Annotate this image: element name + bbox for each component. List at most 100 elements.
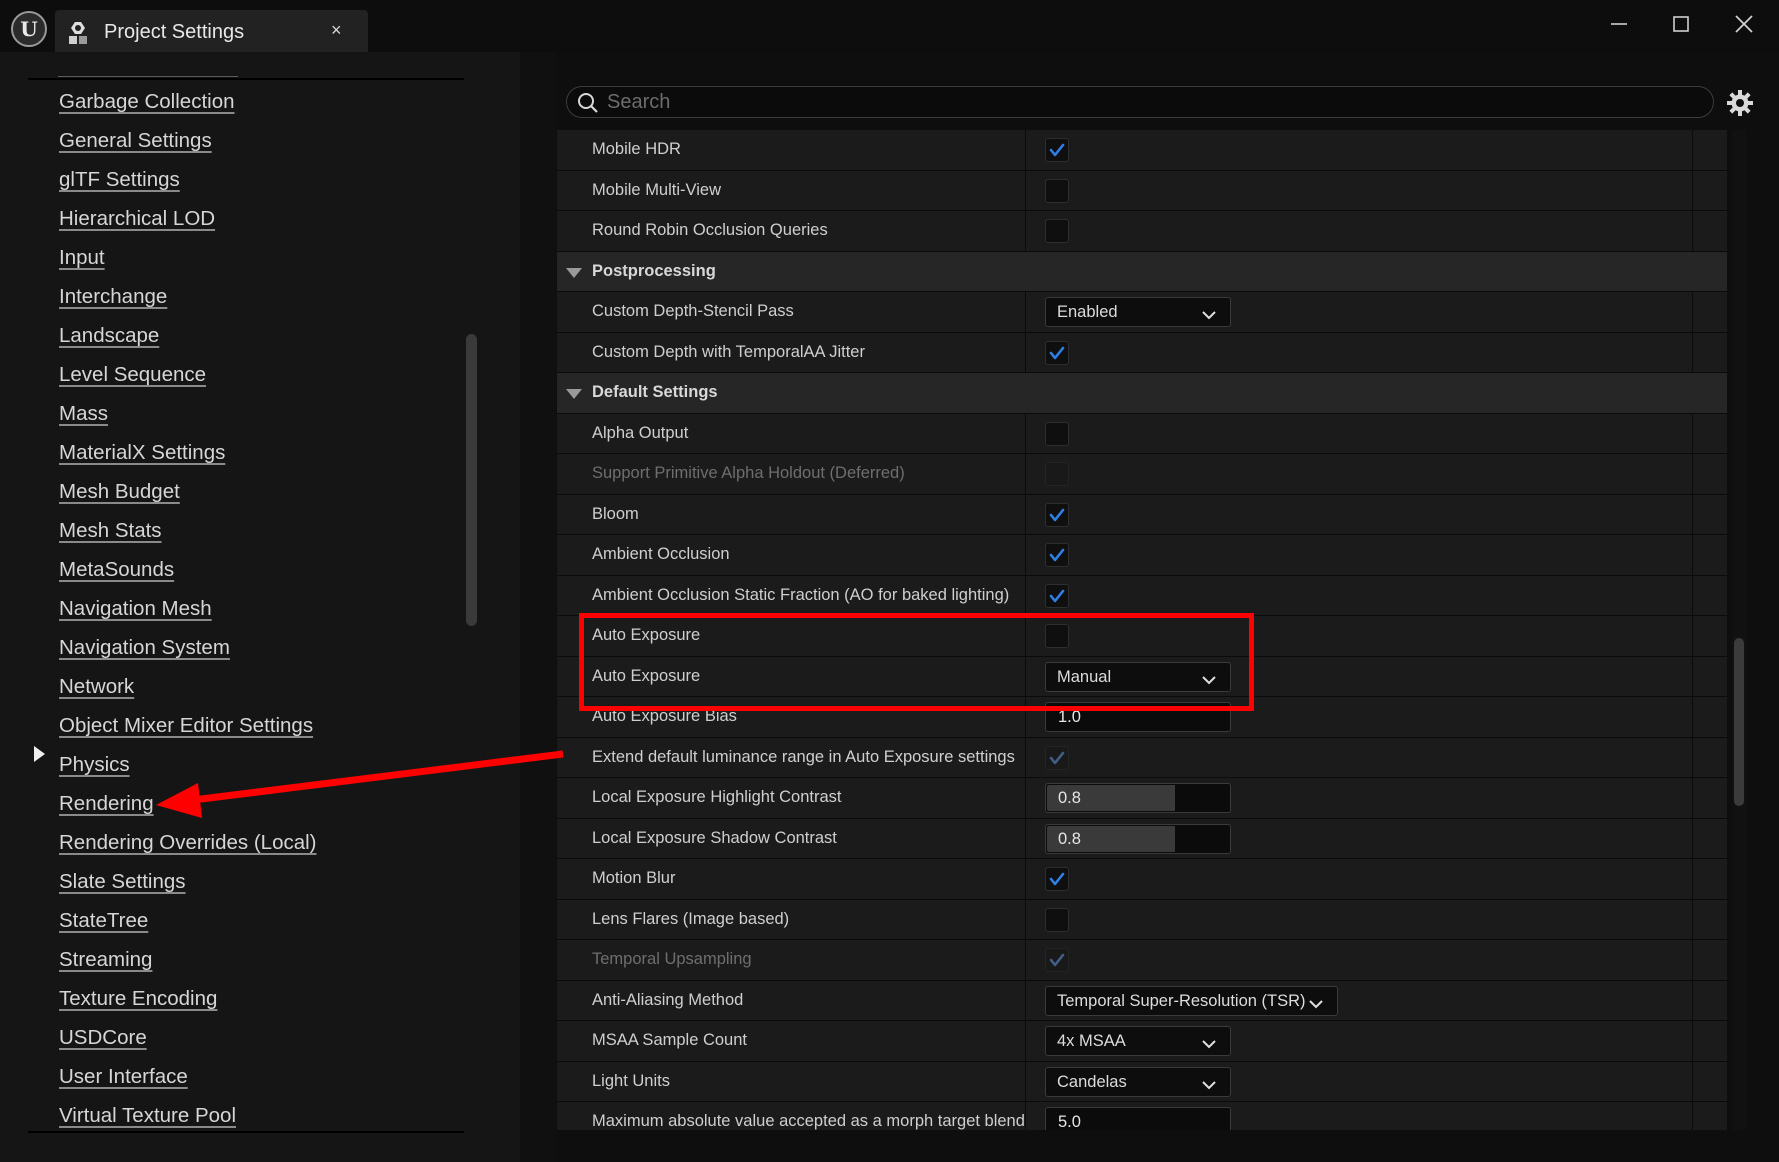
sidebar-item-virtual-texture-pool[interactable]: Virtual Texture Pool bbox=[59, 1104, 317, 1143]
checkbox-mobile-multi-view[interactable] bbox=[1045, 178, 1069, 203]
checkbox-auto-exposure[interactable] bbox=[1045, 624, 1069, 648]
column-divider[interactable] bbox=[1025, 332, 1026, 372]
column-divider[interactable] bbox=[1025, 211, 1026, 251]
sidebar-item-hierarchical-lod[interactable]: Hierarchical LOD bbox=[59, 207, 317, 246]
collapse-arrow-icon[interactable] bbox=[566, 267, 582, 278]
sidebar-item-network[interactable]: Network bbox=[59, 675, 317, 714]
sidebar-item-metasounds[interactable]: MetaSounds bbox=[59, 558, 317, 597]
dropdown-light-units[interactable]: Candelas bbox=[1045, 1066, 1231, 1097]
column-divider[interactable] bbox=[1025, 818, 1026, 858]
chevron-down-icon bbox=[1202, 1036, 1216, 1054]
checkbox-mobile-hdr[interactable] bbox=[1045, 138, 1069, 162]
sidebar-item-level-sequence[interactable]: Level Sequence bbox=[59, 363, 317, 402]
checkbox-custom-depth-with-temporalaa-jitter[interactable] bbox=[1045, 340, 1069, 365]
panel-divider[interactable] bbox=[520, 52, 556, 1162]
dropdown-value: Candelas bbox=[1057, 1072, 1127, 1091]
column-divider[interactable] bbox=[1025, 1061, 1026, 1101]
sidebar-item-statetree[interactable]: StateTree bbox=[59, 909, 317, 948]
dropdown-custom-depth-stencil-pass[interactable]: Enabled bbox=[1045, 297, 1231, 327]
dropdown-anti-aliasing-method[interactable]: Temporal Super-Resolution (TSR) bbox=[1045, 985, 1338, 1016]
sidebar-item-slate-settings[interactable]: Slate Settings bbox=[59, 870, 317, 909]
sidebar-item-materialx-settings[interactable]: MaterialX Settings bbox=[59, 441, 317, 480]
column-divider[interactable] bbox=[1025, 292, 1026, 332]
column-divider[interactable] bbox=[1025, 1102, 1026, 1130]
sidebar-item-rendering[interactable]: Rendering bbox=[59, 792, 317, 831]
sidebar-item-rendering-overrides-local[interactable]: Rendering Overrides (Local) bbox=[59, 831, 317, 870]
column-divider bbox=[1692, 616, 1693, 656]
sidebar-item-general-settings[interactable]: General Settings bbox=[59, 129, 317, 168]
sidebar-item-garbage-collection[interactable]: Garbage Collection bbox=[59, 90, 317, 129]
sidebar-item-mesh-budget[interactable]: Mesh Budget bbox=[59, 480, 317, 519]
column-divider[interactable] bbox=[1025, 454, 1026, 494]
tab-project-settings[interactable]: Project Settings × bbox=[55, 10, 368, 54]
checkbox-motion-blur[interactable] bbox=[1045, 867, 1069, 891]
maximize-button[interactable] bbox=[1661, 8, 1701, 42]
divider bbox=[58, 76, 238, 77]
search-input[interactable] bbox=[607, 89, 1697, 115]
setting-row-motion-blur: Motion Blur bbox=[557, 859, 1727, 900]
slider-input-local-exposure-highlight-contrast[interactable]: 0.8 bbox=[1045, 783, 1231, 813]
section-header-default-settings[interactable]: Default Settings bbox=[557, 373, 1727, 414]
number-value: 1.0 bbox=[1058, 708, 1081, 726]
column-divider[interactable] bbox=[1025, 494, 1026, 534]
sidebar-item-texture-encoding[interactable]: Texture Encoding bbox=[59, 987, 317, 1026]
checkbox-lens-flares-image-based[interactable] bbox=[1045, 907, 1069, 932]
dropdown-auto-exposure[interactable]: Manual bbox=[1045, 661, 1231, 692]
sidebar-item-streaming[interactable]: Streaming bbox=[59, 948, 317, 987]
column-divider[interactable] bbox=[1025, 940, 1026, 980]
column-divider[interactable] bbox=[1025, 575, 1026, 615]
slider-input-local-exposure-shadow-contrast[interactable]: 0.8 bbox=[1045, 823, 1231, 854]
setting-label: Auto Exposure bbox=[592, 666, 701, 685]
setting-label: Motion Blur bbox=[592, 869, 676, 887]
column-divider[interactable] bbox=[1025, 616, 1026, 656]
details-scrollbar[interactable] bbox=[1732, 130, 1746, 1130]
checkbox-round-robin-occlusion-queries[interactable] bbox=[1045, 219, 1069, 243]
checkbox-extend-default-luminance-range-in-auto-exposure-settings bbox=[1045, 745, 1069, 770]
number-input-maximum-absolute-value-accepted-as-a-morph-target-blend[interactable]: 5.0 bbox=[1045, 1107, 1231, 1130]
sidebar-item-landscape[interactable]: Landscape bbox=[59, 324, 317, 363]
column-divider[interactable] bbox=[1025, 1021, 1026, 1061]
close-window-button[interactable] bbox=[1724, 8, 1764, 42]
column-divider[interactable] bbox=[1025, 413, 1026, 453]
setting-row-bloom: Bloom bbox=[557, 494, 1727, 535]
checkbox-ambient-occlusion[interactable] bbox=[1045, 543, 1069, 567]
checkbox-bloom[interactable] bbox=[1045, 502, 1069, 527]
column-divider[interactable] bbox=[1025, 130, 1026, 170]
sidebar-item-user-interface[interactable]: User Interface bbox=[59, 1065, 317, 1104]
column-divider[interactable] bbox=[1025, 778, 1026, 818]
column-divider[interactable] bbox=[1025, 535, 1026, 575]
column-divider[interactable] bbox=[1025, 980, 1026, 1020]
column-divider[interactable] bbox=[1025, 899, 1026, 939]
section-header-postprocessing[interactable]: Postprocessing bbox=[557, 251, 1727, 292]
sidebar-item-mass[interactable]: Mass bbox=[59, 402, 317, 441]
scrollbar-thumb[interactable] bbox=[1734, 638, 1744, 806]
chevron-down-icon bbox=[1202, 307, 1216, 325]
sidebar-item-mesh-stats[interactable]: Mesh Stats bbox=[59, 519, 317, 558]
sidebar-item-navigation-mesh[interactable]: Navigation Mesh bbox=[59, 597, 317, 636]
column-divider[interactable] bbox=[1025, 737, 1026, 777]
category-scrollbar[interactable] bbox=[466, 334, 477, 626]
column-divider[interactable] bbox=[1025, 859, 1026, 899]
sidebar-item-gltf-settings[interactable]: glTF Settings bbox=[59, 168, 317, 207]
sidebar-item-usdcore[interactable]: USDCore bbox=[59, 1026, 317, 1065]
checkbox-ambient-occlusion-static-fraction-ao-for-baked-lighting[interactable] bbox=[1045, 583, 1069, 608]
column-divider bbox=[1692, 332, 1693, 372]
sidebar-item-input[interactable]: Input bbox=[59, 246, 317, 285]
sidebar-item-interchange[interactable]: Interchange bbox=[59, 285, 317, 324]
column-divider[interactable] bbox=[1025, 170, 1026, 210]
collapse-arrow-icon[interactable] bbox=[566, 389, 582, 399]
search-box[interactable] bbox=[566, 86, 1714, 118]
expand-rendering-icon[interactable] bbox=[34, 746, 45, 762]
sidebar-item-object-mixer-editor-settings[interactable]: Object Mixer Editor Settings bbox=[59, 714, 317, 753]
column-divider[interactable] bbox=[1025, 697, 1026, 737]
close-tab-icon[interactable]: × bbox=[331, 20, 342, 41]
gear-icon[interactable] bbox=[1725, 88, 1755, 118]
dropdown-msaa-sample-count[interactable]: 4x MSAA bbox=[1045, 1026, 1231, 1056]
sidebar-item-physics[interactable]: Physics bbox=[59, 753, 317, 792]
column-divider[interactable] bbox=[1025, 656, 1026, 696]
minimize-button[interactable] bbox=[1599, 8, 1639, 42]
sidebar-item-navigation-system[interactable]: Navigation System bbox=[59, 636, 317, 675]
number-input-auto-exposure-bias[interactable]: 1.0 bbox=[1045, 702, 1231, 732]
column-divider bbox=[1692, 980, 1693, 1020]
checkbox-alpha-output[interactable] bbox=[1045, 421, 1069, 446]
